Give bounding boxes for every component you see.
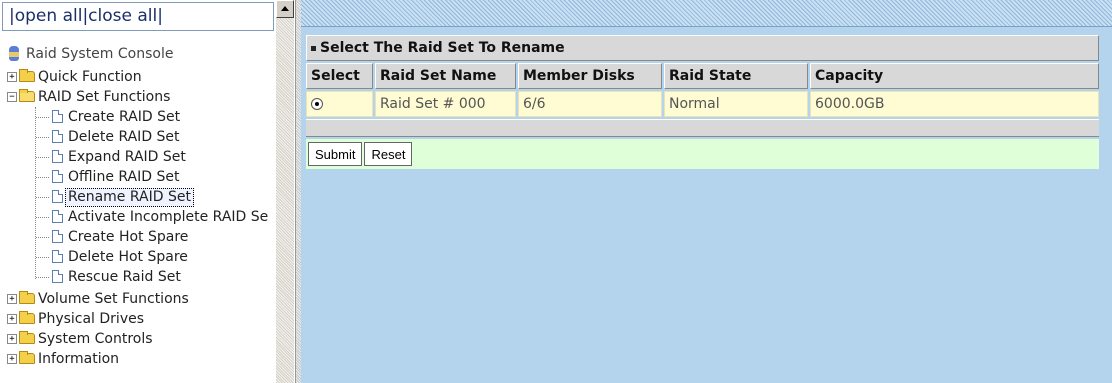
tree-branch-line: [36, 217, 49, 218]
page-icon: [52, 190, 63, 203]
tree-item-system-controls[interactable]: + System Controls: [0, 329, 276, 349]
expand-plus-icon[interactable]: +: [7, 334, 17, 344]
submit-button[interactable]: Submit: [308, 142, 363, 166]
tree-item-label: Rescue Raid Set: [68, 269, 181, 285]
page-icon: [52, 110, 63, 123]
tree-item-label: Volume Set Functions: [38, 291, 189, 307]
column-header-raid-state: Raid State: [664, 63, 808, 89]
page-icon: [52, 250, 63, 263]
table-row[interactable]: Raid Set # 000 6/6 Normal 6000.0GB: [306, 91, 1099, 117]
tree-branch-line: [36, 117, 49, 118]
column-header-select: Select: [306, 63, 373, 89]
panel-title: Select The Raid Set To Rename: [306, 35, 1099, 61]
page-icon: [52, 130, 63, 143]
tree-item-volume-set-functions[interactable]: + Volume Set Functions: [0, 289, 276, 309]
folder-icon: [19, 69, 35, 82]
capacity-cell: 6000.0GB: [810, 91, 1099, 117]
raid-set-name-cell: Raid Set # 000: [375, 91, 516, 117]
raid-set-radio[interactable]: [311, 98, 323, 110]
rename-raid-set-panel: Select The Raid Set To Rename Select Rai…: [304, 33, 1101, 171]
tree-root-label: Raid System Console: [26, 46, 174, 62]
column-header-capacity: Capacity: [810, 63, 1099, 89]
link-separator: |: [157, 6, 163, 26]
expand-plus-icon[interactable]: +: [7, 354, 17, 364]
tree-item-label: Activate Incomplete RAID Se: [68, 209, 269, 225]
tree-item-label: Physical Drives: [38, 311, 145, 327]
member-disks-cell: 6/6: [518, 91, 662, 117]
open-all-link[interactable]: open all: [15, 6, 83, 26]
tree-item-label: Create Hot Spare: [68, 229, 189, 245]
tree-item-information[interactable]: + Information: [0, 349, 276, 369]
tree-item-raid-set-functions[interactable]: − RAID Set Functions: [0, 87, 276, 107]
tree-item-delete-raid-set[interactable]: Delete RAID Set: [0, 127, 276, 147]
page-icon: [52, 170, 63, 183]
tree-item-label-selected: Rename RAID Set: [65, 188, 194, 207]
expand-plus-icon[interactable]: +: [7, 294, 17, 304]
tree-item-label: Expand RAID Set: [68, 149, 186, 165]
form-actions-row: Submit Reset: [306, 139, 1099, 169]
close-all-link[interactable]: close all: [88, 6, 157, 26]
navigation-frame: |open all|close all| Raid System Console…: [0, 0, 296, 383]
header-banner: [301, 0, 1112, 27]
column-header-raid-set-name: Raid Set Name: [375, 63, 516, 89]
select-cell: [306, 91, 373, 117]
main-content-frame: Select The Raid Set To Rename Select Rai…: [301, 0, 1112, 383]
tree-branch-line: [36, 257, 49, 258]
tree-branch-line: [36, 237, 49, 238]
raid-state-cell: Normal: [664, 91, 808, 117]
folder-icon: [19, 311, 35, 324]
column-header-member-disks: Member Disks: [518, 63, 662, 89]
tree-item-physical-drives[interactable]: + Physical Drives: [0, 309, 276, 329]
tree-item-create-hot-spare[interactable]: Create Hot Spare: [0, 227, 276, 247]
tree-item-label: Delete RAID Set: [68, 129, 180, 145]
expand-plus-icon[interactable]: +: [7, 314, 17, 324]
tree-item-activate-incomplete-raid-set[interactable]: Activate Incomplete RAID Se: [0, 207, 276, 227]
page-icon: [52, 230, 63, 243]
tree-item-create-raid-set[interactable]: Create RAID Set: [0, 107, 276, 127]
tree-branch-line: [36, 177, 49, 178]
spacer-cell: [306, 119, 1099, 137]
expand-plus-icon[interactable]: +: [7, 72, 17, 82]
tree-item-delete-hot-spare[interactable]: Delete Hot Spare: [0, 247, 276, 267]
tree-branch-line: [36, 277, 49, 278]
collapse-minus-icon[interactable]: −: [7, 92, 17, 102]
tree-item-label: Delete Hot Spare: [68, 249, 188, 265]
tree-item-quick-function[interactable]: + Quick Function: [0, 67, 276, 87]
open-folder-icon: [19, 89, 35, 102]
page-icon: [52, 150, 63, 163]
tree-item-expand-raid-set[interactable]: Expand RAID Set: [0, 147, 276, 167]
table-spacer-row: [306, 119, 1099, 137]
tree-toggle-links: |open all|close all|: [2, 2, 274, 31]
panel-title-text: Select The Raid Set To Rename: [320, 40, 565, 56]
tree-item-rename-raid-set[interactable]: Rename RAID Set: [0, 187, 276, 207]
tree-branch-line: [36, 197, 49, 198]
tree-item-offline-raid-set[interactable]: Offline RAID Set: [0, 167, 276, 187]
tree-item-label: Create RAID Set: [68, 109, 181, 125]
tree-item-label: Quick Function: [38, 69, 142, 85]
database-icon: [8, 46, 20, 61]
tree-item-label: Information: [38, 351, 120, 367]
folder-icon: [19, 291, 35, 304]
tree-branch-line: [36, 137, 49, 138]
tree-item-label: Offline RAID Set: [68, 169, 180, 185]
tree-scrollbar[interactable]: [276, 0, 294, 383]
actions-cell: Submit Reset: [306, 139, 1099, 169]
tree-item-rescue-raid-set[interactable]: Rescue Raid Set: [0, 267, 276, 287]
reset-button[interactable]: Reset: [364, 142, 413, 166]
bullet-icon: [311, 45, 316, 51]
tree-branch-line: [36, 157, 49, 158]
folder-icon: [19, 331, 35, 344]
scroll-up-icon[interactable]: [276, 0, 294, 18]
folder-icon: [19, 351, 35, 364]
page-icon: [52, 210, 63, 223]
tree-item-label: System Controls: [38, 331, 153, 347]
page-icon: [52, 270, 63, 283]
tree-item-label: RAID Set Functions: [38, 89, 171, 105]
raid-set-table: Select The Raid Set To Rename Select Rai…: [304, 33, 1101, 171]
